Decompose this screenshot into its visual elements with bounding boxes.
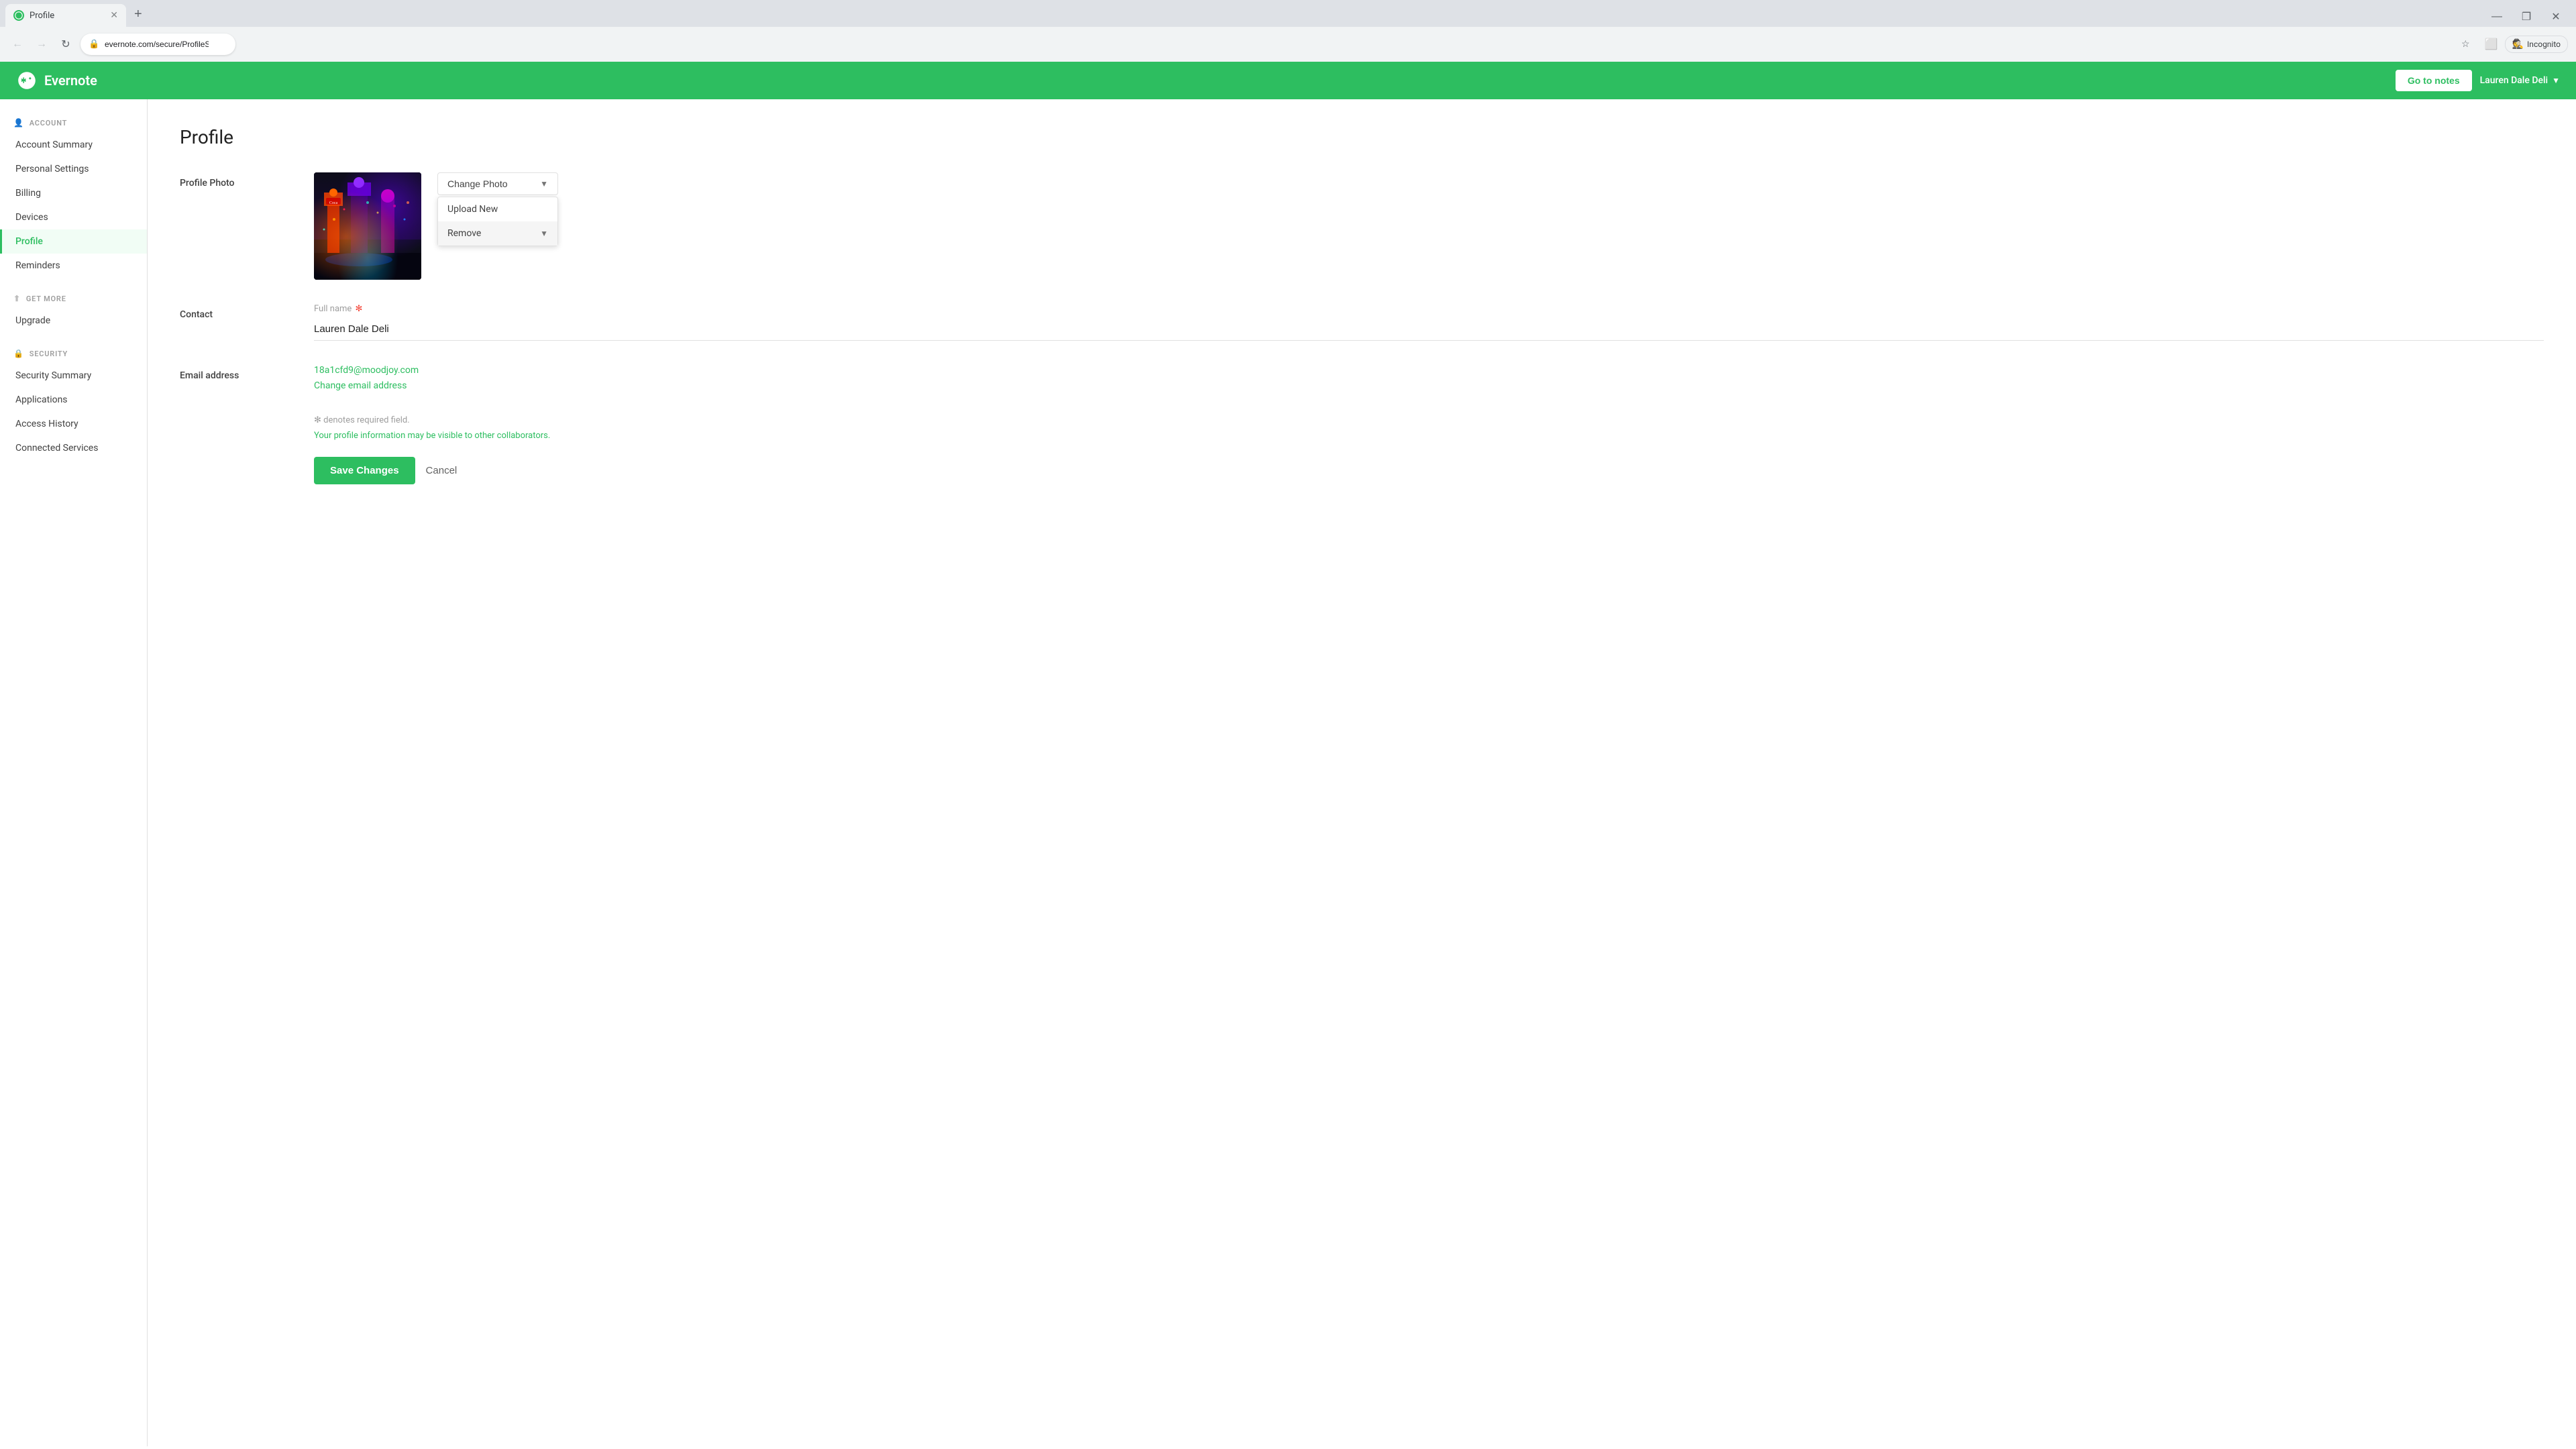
change-photo-dropdown[interactable]: Change Photo ▼ Upload New Remove ▼ [437, 172, 558, 195]
profile-photo: Coca [314, 172, 421, 280]
browser-tools: ⬜ 🕵 Incognito [2482, 35, 2568, 54]
sidebar: 👤 ACCOUNT Account Summary Personal Setti… [0, 99, 148, 1446]
security-section-label: SECURITY [30, 350, 68, 358]
visibility-note-text2: may be visible to other collaborators. [405, 431, 550, 441]
visibility-note: Your profile information may be visible … [314, 431, 2544, 441]
contact-label: Contact [180, 304, 314, 341]
email-address-label: Email address [180, 365, 314, 391]
evernote-logo: Evernote [16, 70, 97, 91]
remove-option-chevron-icon: ▼ [540, 229, 548, 238]
sidebar-item-reminders[interactable]: Reminders [0, 254, 147, 278]
photo-image: Coca [314, 172, 421, 280]
visibility-note-highlight: information [360, 431, 405, 441]
user-menu[interactable]: Lauren Dale Deli ▼ [2480, 75, 2560, 86]
sidebar-item-security-summary[interactable]: Security Summary [0, 364, 147, 388]
change-photo-chevron-icon: ▼ [540, 179, 548, 189]
contact-section: Contact Full name ✻ [180, 304, 2544, 341]
sidebar-item-applications[interactable]: Applications [0, 388, 147, 412]
forward-button[interactable]: → [32, 35, 51, 54]
save-changes-button[interactable]: Save Changes [314, 457, 415, 484]
contact-fields: Full name ✻ [314, 304, 2544, 341]
change-photo-button[interactable]: Change Photo ▼ [437, 172, 558, 195]
full-name-input[interactable] [314, 318, 2544, 341]
account-section-header: 👤 ACCOUNT [0, 113, 147, 133]
required-note: ✻ denotes required field. [314, 415, 2544, 425]
get-more-section-header: ⬆ GET MORE [0, 288, 147, 309]
sidebar-item-profile[interactable]: Profile [0, 229, 147, 254]
header-right: Go to notes Lauren Dale Deli ▼ [2396, 70, 2560, 91]
lock-icon: 🔒 [89, 40, 99, 50]
full-name-field-label: Full name ✻ [314, 304, 2544, 314]
user-menu-chevron-icon: ▼ [2552, 76, 2560, 85]
user-name: Lauren Dale Deli [2480, 75, 2548, 86]
tab-title: Profile [30, 11, 54, 21]
profile-photo-section: Profile Photo [180, 172, 2544, 280]
sidebar-item-personal-settings[interactable]: Personal Settings [0, 157, 147, 181]
browser-chrome: Profile ✕ + — ❐ ✕ ← → ↻ 🔒 ☆ ⬜ 🕵 Incognit… [0, 0, 2576, 62]
evernote-logo-text: Evernote [44, 72, 97, 89]
incognito-badge: 🕵 Incognito [2505, 36, 2568, 53]
tab-favicon [13, 10, 24, 21]
form-footer: ✻ denotes required field. Your profile i… [314, 415, 2544, 484]
go-to-notes-button[interactable]: Go to notes [2396, 70, 2472, 91]
refresh-button[interactable]: ↻ [56, 35, 75, 54]
profile-photo-label: Profile Photo [180, 172, 314, 280]
account-section-label: ACCOUNT [30, 119, 67, 127]
address-input[interactable] [80, 34, 235, 55]
page-title: Profile [180, 126, 2544, 148]
incognito-label: Incognito [2527, 40, 2561, 49]
get-more-section-icon: ⬆ [13, 294, 21, 303]
photo-area: Coca Change Photo ▼ Upload New [314, 172, 558, 280]
sidebar-item-billing[interactable]: Billing [0, 181, 147, 205]
sidebar-item-account-summary[interactable]: Account Summary [0, 133, 147, 157]
app-container: Evernote Go to notes Lauren Dale Deli ▼ … [0, 62, 2576, 1446]
remove-option[interactable]: Remove ▼ [438, 221, 557, 246]
sidebar-item-upgrade[interactable]: Upgrade [0, 309, 147, 333]
evernote-header: Evernote Go to notes Lauren Dale Deli ▼ [0, 62, 2576, 99]
account-section-icon: 👤 [13, 118, 24, 127]
address-bar-wrapper: 🔒 ☆ [80, 34, 2477, 55]
browser-tab[interactable]: Profile ✕ [5, 4, 126, 27]
new-tab-button[interactable]: + [126, 4, 150, 27]
svg-text:Coca: Coca [329, 201, 338, 205]
sidebar-item-access-history[interactable]: Access History [0, 412, 147, 436]
back-button[interactable]: ← [8, 35, 27, 54]
form-actions: Save Changes Cancel [314, 457, 2544, 484]
get-more-section-label: GET MORE [26, 294, 66, 303]
main-layout: 👤 ACCOUNT Account Summary Personal Setti… [0, 99, 2576, 1446]
email-value: 18a1cfd9@moodjoy.com [314, 365, 2544, 376]
close-button[interactable]: ✕ [2541, 7, 2571, 27]
tab-close-button[interactable]: ✕ [110, 10, 118, 21]
upload-new-option[interactable]: Upload New [438, 197, 557, 221]
bookmark-icon[interactable]: ☆ [2461, 39, 2470, 50]
security-section-icon: 🔒 [13, 349, 24, 358]
change-photo-menu: Upload New Remove ▼ [437, 197, 558, 246]
window-controls: — ❐ ✕ [2482, 7, 2571, 27]
incognito-icon: 🕵 [2512, 39, 2524, 50]
cancel-button[interactable]: Cancel [426, 465, 458, 476]
change-email-link[interactable]: Change email address [314, 380, 407, 391]
change-photo-label: Change Photo [447, 178, 508, 189]
minimize-button[interactable]: — [2482, 7, 2512, 27]
email-fields: 18a1cfd9@moodjoy.com Change email addres… [314, 365, 2544, 391]
address-bar-row: ← → ↻ 🔒 ☆ ⬜ 🕵 Incognito [0, 27, 2576, 62]
email-section: Email address 18a1cfd9@moodjoy.com Chang… [180, 365, 2544, 391]
security-section-header: 🔒 SECURITY [0, 343, 147, 364]
visibility-note-text: Your profile [314, 431, 360, 441]
content-area: Profile Profile Photo [148, 99, 2576, 1446]
tablet-icon-button[interactable]: ⬜ [2482, 35, 2501, 54]
sidebar-item-connected-services[interactable]: Connected Services [0, 436, 147, 460]
maximize-button[interactable]: ❐ [2512, 7, 2541, 27]
elephant-icon [16, 70, 38, 91]
sidebar-item-devices[interactable]: Devices [0, 205, 147, 229]
required-star: ✻ [356, 304, 363, 314]
